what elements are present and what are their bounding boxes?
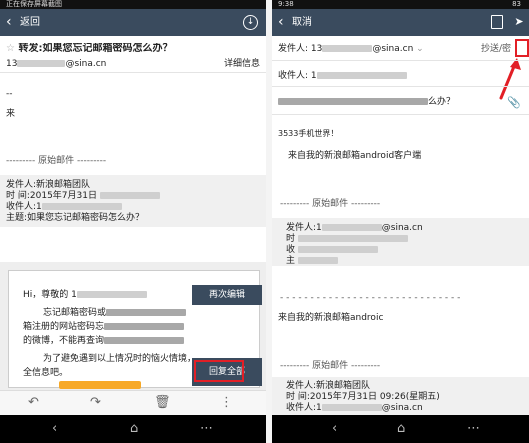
body-dash: -- (6, 89, 13, 99)
quote2-to: 收件人:1 (286, 403, 322, 413)
divider (272, 86, 529, 87)
redacted-text (297, 257, 338, 264)
quote-char: 主 (286, 256, 296, 266)
redacted-text (297, 235, 408, 242)
quote1-suffix: @sina.cn (381, 223, 423, 233)
reply-icon[interactable]: ↶ (28, 395, 39, 411)
body-partial-char: 来 (6, 109, 16, 119)
trash-icon[interactable]: 🗑 (154, 395, 171, 411)
divider (272, 60, 529, 61)
star-icon[interactable]: ☆ (6, 43, 15, 54)
reedit-button[interactable]: 再次编辑 (192, 285, 262, 305)
sender-row: 13 @sina.cn (6, 58, 260, 70)
redacted-text (316, 72, 407, 79)
screenshot-root: 正在保存屏幕截图 ‹ 返回 ↓ ☆ 转发:如果您忘记邮箱密码怎么办？ 13 @si… (0, 0, 529, 443)
quote-char: 时 (286, 234, 296, 244)
save-draft-icon[interactable] (491, 15, 503, 29)
battery-level: 83 (512, 0, 521, 8)
quote-char: 收 (286, 245, 296, 255)
redacted-text (99, 192, 160, 199)
back-button[interactable]: 返回 (20, 16, 40, 29)
menu-icon[interactable]: ⋯ (200, 421, 213, 437)
signature-1: 来自我的新浪邮箱android客户端 (288, 151, 422, 161)
chevron-left-icon[interactable]: ‹ (6, 14, 12, 30)
original-mail-separator-2: --------- 原始邮件 --------- (280, 361, 381, 371)
forward-icon[interactable]: ↷ (90, 395, 101, 411)
original-mail-header: 发件人:新浪邮箱团队 时 间:2015年7月31日 收件人:1 主题:如果您忘记… (0, 175, 266, 227)
orig-to: 收件人:1 (6, 202, 42, 212)
content-line-3: 的微博，不能再查询 (23, 335, 253, 347)
quote1-row: 主 (286, 255, 523, 267)
orig-subject: 主题:如果您忘记邮箱密码怎么办？ (6, 213, 145, 223)
compose-screen: 9:38 83 ‹ 取消 ➤ 发件人: 13 @sina.cn ⌄ 抄送/密 收件… (272, 0, 529, 443)
subject-row[interactable]: 么办？ (278, 96, 523, 108)
content-text: 忘记邮箱密码或 (43, 308, 107, 318)
system-nav-bar: ‹ ⌂ ⋯ (272, 415, 529, 443)
status-time: 9:38 (278, 0, 294, 8)
app-bar: ‹ 取消 ➤ (272, 9, 529, 36)
attachment-icon[interactable]: 📎 (507, 96, 521, 109)
redacted-text (76, 291, 147, 298)
sender-prefix: 13 (6, 59, 18, 69)
redacted-text (106, 309, 187, 316)
home-icon[interactable]: ⌂ (130, 421, 138, 437)
signature-2: 来自我的新浪邮箱androic (278, 313, 384, 323)
to-label: 收件人: 1 (278, 71, 317, 81)
quote2-to-row: 收件人:1 @sina.cn (286, 402, 523, 414)
quoted-header-2: 发件人:新浪邮箱团队 时 间:2015年7月31日 09:26(星期五) 收件人… (272, 377, 529, 415)
from-suffix: @sina.cn (372, 44, 414, 54)
app-bar: ‹ 返回 ↓ (0, 9, 266, 36)
redacted-text (104, 323, 185, 330)
subject-row: ☆ 转发:如果您忘记邮箱密码怎么办？ (6, 43, 260, 55)
redacted-text (17, 60, 66, 67)
chevron-left-icon[interactable]: ‹ (278, 14, 284, 30)
cancel-button[interactable]: 取消 (292, 16, 312, 29)
more-icon[interactable]: ⋮ (220, 395, 233, 411)
dashed-separator: - - - - - - - - - - - - - - - - - - - - … (280, 293, 461, 303)
sender-suffix: @sina.cn (65, 59, 107, 69)
content-text: 的微博，不能再查询 (23, 336, 105, 346)
content-text: 箱注册的网站密码忘 (23, 322, 105, 332)
send-icon[interactable]: ➤ (511, 14, 527, 31)
orange-action-bar[interactable] (59, 381, 141, 389)
greeting-text: Hi，尊敬的 1 (23, 290, 77, 300)
cc-bcc-link[interactable]: 抄送/密 (481, 43, 511, 55)
email-subject: 转发:如果您忘记邮箱密码怎么办？ (18, 43, 173, 54)
from-label: 发件人: 13 (278, 44, 323, 54)
redacted-text (104, 337, 185, 344)
redacted-text (321, 224, 382, 231)
header-divider (0, 72, 266, 73)
redacted-text (297, 246, 378, 253)
detail-link[interactable]: 详细信息 (224, 58, 260, 70)
quote2-suffix: @sina.cn (381, 403, 423, 413)
home-icon[interactable]: ⌂ (397, 421, 405, 437)
highlight-box (194, 360, 244, 382)
quote1-from: 发件人:1 (286, 223, 322, 233)
status-bar: 正在保存屏幕截图 (0, 0, 266, 9)
message-view-screen: 正在保存屏幕截图 ‹ 返回 ↓ ☆ 转发:如果您忘记邮箱密码怎么办？ 13 @si… (0, 0, 266, 443)
bottom-toolbar: ↶ ↷ 🗑 ⋮ (0, 390, 266, 415)
download-icon[interactable]: ↓ (243, 15, 258, 30)
back-icon[interactable]: ‹ (332, 421, 337, 437)
back-icon[interactable]: ‹ (52, 421, 57, 437)
redacted-text (41, 203, 122, 210)
orig-time: 时 间:2015年7月31日 (6, 191, 97, 201)
to-row[interactable]: 收件人: 1 (278, 70, 523, 82)
status-bar: 9:38 83 (272, 0, 529, 9)
redacted-text (322, 45, 373, 52)
menu-icon[interactable]: ⋯ (467, 421, 480, 437)
content-line-1: 忘记邮箱密码或 (43, 307, 253, 319)
subject-tail: 么办？ (428, 97, 456, 107)
system-nav-bar: ‹ ⌂ ⋯ (0, 415, 266, 443)
chevron-down-icon[interactable]: ⌄ (416, 44, 424, 54)
original-mail-separator: --------- 原始邮件 --------- (6, 156, 107, 166)
status-text: 正在保存屏幕截图 (6, 0, 62, 8)
redacted-text (321, 404, 382, 411)
original-mail-separator-1: --------- 原始邮件 --------- (280, 199, 381, 209)
body-text[interactable]: 3533手机世界！ (278, 128, 523, 140)
quoted-header-1: 发件人:1 @sina.cn 时 收 主 (272, 218, 529, 266)
content-line-2: 箱注册的网站密码忘 (23, 321, 253, 333)
divider (272, 114, 529, 115)
redacted-text (278, 98, 428, 105)
